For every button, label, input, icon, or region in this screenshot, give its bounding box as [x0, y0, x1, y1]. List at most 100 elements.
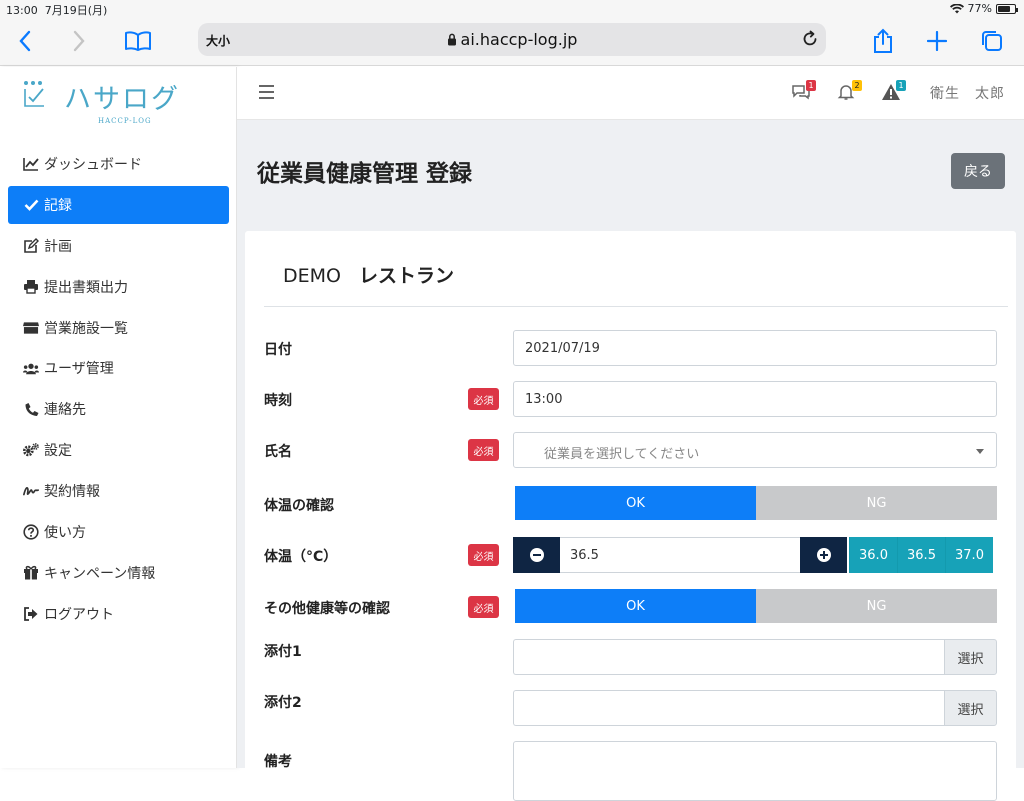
- attachment-2-select-button[interactable]: 選択: [944, 690, 997, 726]
- attachment-2-label: 添付2: [264, 695, 302, 711]
- user-name[interactable]: 衛生 太郎: [930, 83, 1005, 103]
- temp-check-ok-button[interactable]: OK: [515, 486, 756, 520]
- sidebar-item-label: 提出書類出力: [44, 279, 128, 296]
- sidebar-item-label: キャンペーン情報: [44, 565, 156, 582]
- temp-check-label: 体温の確認: [264, 498, 334, 514]
- gift-icon: [23, 565, 39, 581]
- sidebar-item-campaign[interactable]: キャンペーン情報: [8, 554, 229, 592]
- reload-icon[interactable]: [800, 29, 820, 49]
- chevron-right-icon: [73, 30, 85, 52]
- sidebar-item-howto[interactable]: 使い方: [8, 513, 229, 551]
- menu-toggle-icon[interactable]: [259, 85, 274, 99]
- temp-preset-button[interactable]: 36.0: [849, 537, 897, 573]
- attachment-2-field[interactable]: [513, 690, 944, 726]
- browser-toolbar: 大小 ai.haccp-log.jp: [0, 18, 1024, 66]
- attachment-1-label: 添付1: [264, 644, 302, 660]
- caret-down-icon: [976, 449, 984, 454]
- status-time: 13:00: [6, 4, 38, 17]
- sidebar-item-dashboard[interactable]: ダッシュボード: [8, 145, 229, 183]
- address-bar[interactable]: 大小 ai.haccp-log.jp: [198, 23, 826, 56]
- sidebar-nav: ダッシュボード 記録 計画 提出書類出力 営業施設一覧 ユーザ管理 連絡先 設定…: [8, 145, 229, 636]
- sidebar-item-label: 営業施設一覧: [44, 320, 128, 337]
- temp-increment-button[interactable]: [800, 537, 847, 573]
- forward-nav-button[interactable]: [62, 24, 96, 58]
- remarks-textarea[interactable]: [513, 741, 997, 801]
- health-check-ok-button[interactable]: OK: [515, 589, 756, 623]
- attachment-1-field[interactable]: [513, 639, 944, 675]
- store-name: レストラン: [358, 265, 454, 287]
- url-text: ai.haccp-log.jp: [460, 30, 578, 49]
- employee-select-placeholder: 従業員を選択してください: [544, 447, 700, 462]
- minus-circle-icon: [529, 548, 544, 562]
- sidebar-item-label: 設定: [44, 443, 72, 460]
- form-row-remarks: 備考: [264, 741, 1016, 801]
- signature-icon: [23, 483, 39, 499]
- sidebar-item-contacts[interactable]: 連絡先: [8, 390, 229, 428]
- logo-subtext: HACCP-LOG: [98, 117, 152, 125]
- sidebar: ハサログ HACCP-LOG ダッシュボード 記録 計画 提出書類出力 営業施設…: [0, 67, 237, 768]
- ios-status-bar: 13:00 7月19日(月) 77%: [0, 0, 1024, 18]
- sidebar-item-label: 契約情報: [44, 484, 100, 501]
- battery-icon: [996, 3, 1018, 14]
- health-check-ng-button[interactable]: NG: [756, 589, 997, 623]
- sidebar-item-users[interactable]: ユーザ管理: [8, 349, 229, 387]
- share-button[interactable]: [866, 24, 900, 58]
- logo[interactable]: ハサログ HACCP-LOG: [20, 77, 200, 127]
- sidebar-item-label: 連絡先: [44, 402, 86, 419]
- form-row-attachment-1: 添付1 選択: [264, 639, 1016, 675]
- share-icon: [874, 28, 892, 53]
- sidebar-item-records[interactable]: 記録: [8, 185, 229, 224]
- form-row-temp-check: 体温の確認 OK NG: [264, 486, 1016, 522]
- logo-check-icon: [24, 81, 44, 107]
- form-row-attachment-2: 添付2 選択: [264, 690, 1016, 726]
- required-badge: 必須: [468, 544, 499, 566]
- users-icon: [23, 360, 39, 376]
- wifi-icon: [949, 3, 964, 13]
- time-input[interactable]: 13:00: [513, 381, 997, 417]
- plus-icon: [927, 31, 947, 51]
- sidebar-item-facilities[interactable]: 営業施設一覧: [8, 309, 229, 347]
- temp-check-ng-button[interactable]: NG: [756, 486, 997, 520]
- date-input[interactable]: 2021/07/19: [513, 330, 997, 366]
- sidebar-item-plans[interactable]: 計画: [8, 227, 229, 265]
- attachment-1-select-button[interactable]: 選択: [944, 639, 997, 675]
- gears-icon: [23, 442, 39, 458]
- sidebar-item-contract[interactable]: 契約情報: [8, 472, 229, 510]
- temp-preset-button[interactable]: 37.0: [945, 537, 993, 573]
- back-button[interactable]: 戻る: [951, 153, 1005, 189]
- book-icon: [125, 31, 151, 51]
- sidebar-item-label: 使い方: [44, 525, 86, 542]
- time-label: 時刻: [264, 393, 292, 409]
- attachment-2-input: 選択: [513, 690, 997, 726]
- alerts-button[interactable]: 1: [881, 80, 906, 103]
- new-tab-button[interactable]: [920, 24, 954, 58]
- temperature-input[interactable]: 36.5: [560, 537, 800, 573]
- messages-badge: 1: [806, 80, 816, 91]
- back-nav-button[interactable]: [8, 24, 42, 58]
- tabs-button[interactable]: [975, 24, 1009, 58]
- sidebar-item-settings[interactable]: 設定: [8, 431, 229, 469]
- remarks-label: 備考: [264, 754, 292, 770]
- messages-button[interactable]: 1: [791, 80, 816, 103]
- date-label: 日付: [264, 342, 292, 358]
- notifications-button[interactable]: 2: [837, 80, 862, 103]
- temp-preset-button[interactable]: 36.5: [897, 537, 945, 573]
- main-content: 従業員健康管理 登録 戻る DEMO レストラン 日付 2021/07/19 時刻…: [237, 120, 1024, 801]
- logo-text: ハサログ: [64, 84, 180, 115]
- phone-icon: [23, 401, 39, 417]
- alerts-badge: 1: [896, 80, 906, 91]
- bookmarks-button[interactable]: [121, 24, 155, 58]
- status-date: 7月19日(月): [44, 4, 108, 17]
- employee-select[interactable]: 従業員を選択してください: [513, 432, 997, 468]
- sidebar-item-label: ダッシュボード: [44, 157, 142, 173]
- sidebar-item-export[interactable]: 提出書類出力: [8, 268, 229, 306]
- sidebar-item-logout[interactable]: ログアウト: [8, 595, 229, 633]
- card-title: DEMO レストラン: [283, 261, 454, 288]
- battery-percent: 77%: [967, 2, 992, 15]
- chart-icon: [23, 156, 39, 172]
- temp-decrement-button[interactable]: [513, 537, 560, 573]
- question-icon: [23, 524, 39, 540]
- company-name: DEMO: [283, 265, 341, 287]
- lock-icon: [447, 33, 456, 46]
- print-icon: [23, 279, 39, 295]
